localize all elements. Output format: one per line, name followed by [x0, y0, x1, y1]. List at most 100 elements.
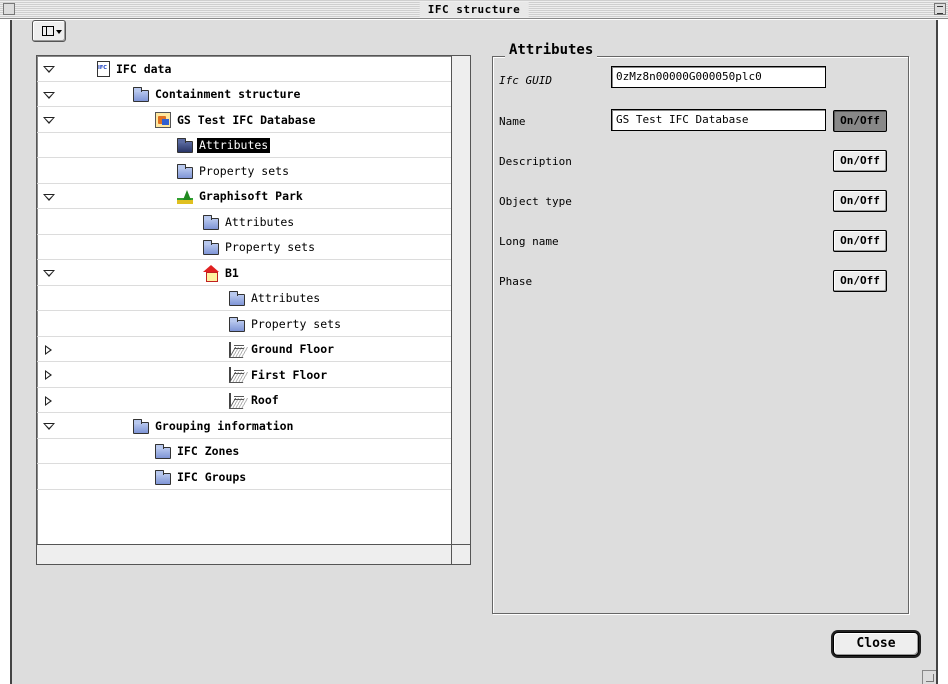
- object-type-onoff-button[interactable]: On/Off: [833, 190, 887, 212]
- disclosure-triangle-expanded-icon[interactable]: [43, 192, 55, 202]
- site-icon: [177, 189, 193, 205]
- tree-node-label: Attributes: [225, 214, 295, 229]
- folder-icon: [229, 316, 245, 332]
- tree-node-label: B1: [225, 265, 239, 280]
- long-name-onoff-button[interactable]: On/Off: [833, 230, 887, 252]
- tree-row[interactable]: First Floor: [37, 362, 451, 388]
- tree-node[interactable]: First Floor: [229, 367, 329, 383]
- object-type-label: Object type: [499, 195, 572, 208]
- tree-node-label: Graphisoft Park: [199, 189, 303, 203]
- view-options-button[interactable]: [32, 20, 66, 42]
- disclosure-triangle-collapsed-icon[interactable]: [43, 344, 55, 355]
- disclosure-triangle-expanded-icon[interactable]: [43, 64, 55, 74]
- tree-horizontal-scrollbar[interactable]: [37, 544, 451, 564]
- tree-row[interactable]: IFC Zones: [37, 439, 451, 464]
- tree-row[interactable]: Ground Floor: [37, 337, 451, 362]
- tree-node-label: Roof: [251, 393, 279, 407]
- description-label: Description: [499, 155, 572, 168]
- tree-node-label: Containment structure: [155, 87, 301, 101]
- window-collapse-icon[interactable]: [934, 3, 946, 15]
- tree-row[interactable]: IFC Groups: [37, 464, 451, 490]
- tree-node[interactable]: Property sets: [203, 240, 317, 256]
- attributes-title: Attributes: [505, 41, 598, 59]
- tree-row[interactable]: Roof: [37, 388, 451, 413]
- panel-view-icon: [42, 26, 54, 36]
- tree-node-label: First Floor: [251, 367, 328, 382]
- tree-row[interactable]: Containment structure: [37, 82, 451, 107]
- tree-node[interactable]: Attributes: [177, 138, 271, 154]
- tree-vertical-scrollbar[interactable]: [451, 56, 470, 544]
- tree-node-label: GS Test IFC Database: [177, 112, 316, 127]
- disclosure-triangle-expanded-icon[interactable]: [43, 268, 55, 278]
- tree-node[interactable]: Ground Floor: [229, 341, 336, 358]
- ifc-tree-view[interactable]: IFC data Containment structure GS Test IFC…: [36, 55, 471, 565]
- window-title: IFC structure: [419, 2, 529, 17]
- tree-node-label: Grouping information: [155, 418, 294, 433]
- tree-node[interactable]: IFC data: [97, 61, 173, 77]
- tree-row[interactable]: Attributes: [37, 133, 451, 158]
- tree-node[interactable]: Attributes: [203, 214, 296, 230]
- attributes-group-box: [492, 56, 909, 614]
- close-button[interactable]: Close: [833, 632, 919, 656]
- ifc-structure-window: IFC structure IFC data Containment struct…: [0, 0, 948, 684]
- name-onoff-button[interactable]: On/Off: [833, 110, 887, 132]
- long-name-label: Long name: [499, 235, 559, 248]
- tree-node[interactable]: GS Test IFC Database: [155, 112, 317, 128]
- storey-icon: [229, 392, 245, 409]
- tree-node-label: IFC Zones: [177, 444, 240, 458]
- folder-icon: [177, 138, 193, 153]
- tree-node-label: Property sets: [251, 316, 342, 331]
- folder-icon: [203, 240, 219, 255]
- name-label: Name: [499, 115, 526, 128]
- tree-node[interactable]: Containment structure: [133, 87, 302, 103]
- tree-row[interactable]: Property sets: [37, 311, 451, 337]
- tree-node[interactable]: Attributes: [229, 291, 322, 307]
- folder-icon: [133, 418, 149, 434]
- name-field[interactable]: GS Test IFC Database: [611, 109, 826, 131]
- dropdown-arrow-icon: [56, 30, 62, 34]
- title-bar[interactable]: IFC structure: [0, 0, 948, 19]
- building-icon: [203, 265, 219, 282]
- disclosure-triangle-expanded-icon[interactable]: [43, 421, 55, 431]
- description-onoff-button[interactable]: On/Off: [833, 150, 887, 172]
- folder-icon: [203, 214, 219, 230]
- storey-icon: [229, 341, 245, 358]
- tree-node[interactable]: Property sets: [177, 163, 291, 179]
- tree-row[interactable]: Grouping information: [37, 413, 451, 439]
- tree-node[interactable]: Roof: [229, 392, 281, 409]
- tree-node[interactable]: IFC Groups: [155, 469, 248, 485]
- folder-icon: [133, 87, 149, 102]
- tree-row[interactable]: B1: [37, 260, 451, 286]
- tree-node[interactable]: Graphisoft Park: [177, 189, 305, 205]
- tree-node-label: IFC Groups: [177, 469, 247, 484]
- tree-node[interactable]: Grouping information: [133, 418, 295, 434]
- tree-node-label: IFC data: [116, 61, 172, 76]
- tree-row[interactable]: GS Test IFC Database: [37, 107, 451, 133]
- window-close-box[interactable]: [3, 3, 15, 15]
- ifc-document-icon: [97, 61, 110, 77]
- tree-node[interactable]: IFC Zones: [155, 444, 241, 460]
- ifc-guid-label: Ifc GUID: [499, 74, 552, 87]
- disclosure-triangle-expanded-icon[interactable]: [43, 90, 55, 100]
- folder-icon: [229, 291, 245, 306]
- resize-handle-icon[interactable]: [922, 670, 936, 684]
- tree-row[interactable]: Property sets: [37, 235, 451, 260]
- tree-row[interactable]: Attributes: [37, 286, 451, 311]
- scroll-corner: [451, 544, 470, 564]
- tree-row[interactable]: IFC data: [37, 56, 451, 82]
- tree-node-label: Property sets: [199, 163, 290, 178]
- tree-rows: IFC data Containment structure GS Test IFC…: [37, 56, 451, 544]
- tree-row[interactable]: Attributes: [37, 209, 451, 235]
- disclosure-triangle-collapsed-icon[interactable]: [43, 370, 55, 380]
- disclosure-triangle-expanded-icon[interactable]: [43, 115, 55, 125]
- storey-icon: [229, 367, 245, 383]
- disclosure-triangle-collapsed-icon[interactable]: [43, 395, 55, 406]
- phase-label: Phase: [499, 275, 533, 288]
- tree-node[interactable]: Property sets: [229, 316, 343, 332]
- phase-onoff-button[interactable]: On/Off: [833, 270, 887, 292]
- ifc-guid-field[interactable]: 0zMz8n00000G000050plc0: [611, 66, 826, 88]
- tree-row[interactable]: Graphisoft Park: [37, 184, 451, 209]
- tree-node-label: Property sets: [225, 240, 316, 254]
- tree-row[interactable]: Property sets: [37, 158, 451, 184]
- tree-node[interactable]: B1: [203, 265, 241, 282]
